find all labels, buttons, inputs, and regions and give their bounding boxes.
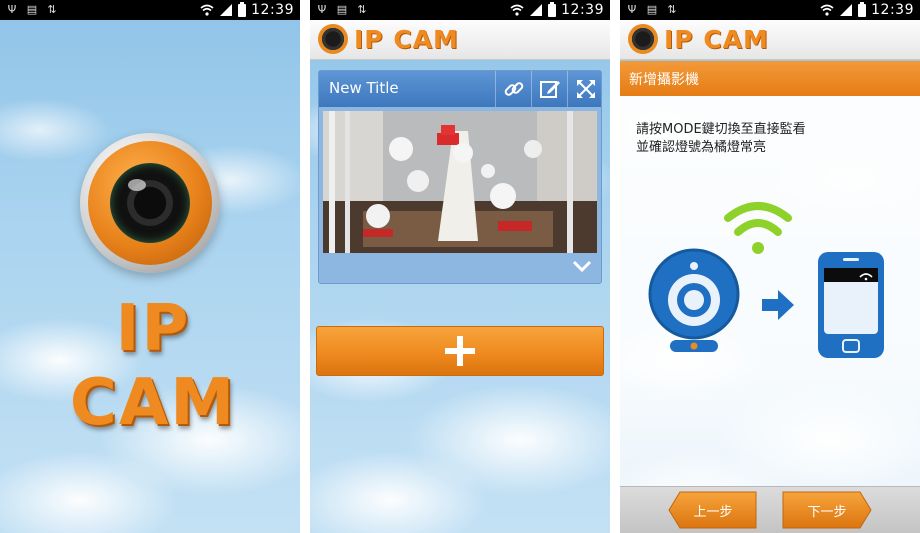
fullscreen-icon	[576, 80, 595, 98]
app-header: IP CAM	[620, 20, 920, 60]
usb-icon: Ψ	[627, 3, 637, 16]
camera-lens-icon	[318, 24, 348, 54]
page-title-bar: 新增攝影機	[620, 61, 920, 96]
battery-icon	[238, 1, 247, 17]
battery-icon	[548, 1, 557, 17]
fullscreen-button[interactable]	[567, 71, 603, 107]
camera-lens-logo	[80, 133, 220, 273]
wizard-nav-bar: 上一步 下一步	[620, 486, 920, 533]
wifi-icon	[510, 4, 524, 16]
edit-icon	[539, 81, 560, 98]
camera-card[interactable]: New Title	[318, 70, 602, 284]
link-button[interactable]	[495, 71, 531, 107]
instruction-line-1: 請按MODE鍵切換至直接監看	[636, 122, 806, 137]
smartphone-icon	[818, 252, 884, 358]
status-time: 12:39	[561, 2, 604, 18]
usb-icon: Ψ	[317, 3, 327, 16]
link-icon	[504, 82, 523, 96]
page-title: 新增攝影機	[629, 72, 699, 88]
usb-icon: Ψ	[7, 3, 17, 16]
camera-card-header: New Title	[319, 71, 601, 107]
previous-step-label: 上一步	[693, 504, 733, 520]
sd-card-icon: ▤	[646, 3, 658, 16]
camera-preview[interactable]	[323, 111, 597, 253]
sync-icon: ⇅	[47, 3, 57, 16]
previous-step-button[interactable]: 上一步	[668, 491, 758, 529]
chevron-down-icon[interactable]	[571, 255, 593, 277]
app-header: IP CAM	[310, 20, 610, 60]
sd-card-icon: ▤	[336, 3, 348, 16]
status-time: 12:39	[251, 2, 294, 18]
status-time: 12:39	[871, 2, 914, 18]
app-logo-text: IP CAM	[69, 292, 237, 440]
lobby-preview-image	[323, 111, 597, 253]
signal-icon	[220, 4, 233, 16]
sd-card-icon: ▤	[26, 3, 38, 16]
next-step-label: 下一步	[807, 504, 847, 520]
signal-icon	[530, 4, 543, 16]
camera-lens-icon	[628, 24, 658, 54]
header-logo-text: IP CAM	[664, 25, 769, 54]
camera-title: New Title	[329, 79, 399, 97]
header-logo-text: IP CAM	[354, 25, 459, 54]
signal-icon	[840, 4, 853, 16]
instruction-line-2: 並確認燈號為橘燈常亮	[636, 140, 767, 155]
splash-screen: Ψ ▤ ⇅ 12:39 IP CAM	[0, 0, 300, 533]
wifi-icon	[200, 4, 214, 16]
battery-icon	[858, 1, 867, 17]
camera-list-screen: Ψ ▤ ⇅ 12:39 IP CAM New Title	[310, 0, 610, 533]
sync-icon: ⇅	[357, 3, 367, 16]
add-camera-button[interactable]	[316, 326, 604, 376]
status-bar: Ψ ▤ ⇅ 12:39	[0, 0, 300, 20]
arrow-right-icon	[762, 290, 794, 320]
next-step-button[interactable]: 下一步	[782, 491, 872, 529]
sync-icon: ⇅	[667, 3, 677, 16]
edit-button[interactable]	[531, 71, 567, 107]
wifi-icon	[820, 4, 834, 16]
add-camera-screen: Ψ ▤ ⇅ 12:39 IP CAM 新增攝影機 請按MODE鍵切換至直接監看 …	[620, 0, 920, 533]
plus-icon	[445, 336, 475, 366]
ip-camera-icon	[648, 248, 740, 352]
status-bar: Ψ ▤ ⇅ 12:39	[310, 0, 610, 20]
status-bar: Ψ ▤ ⇅ 12:39	[620, 0, 920, 20]
